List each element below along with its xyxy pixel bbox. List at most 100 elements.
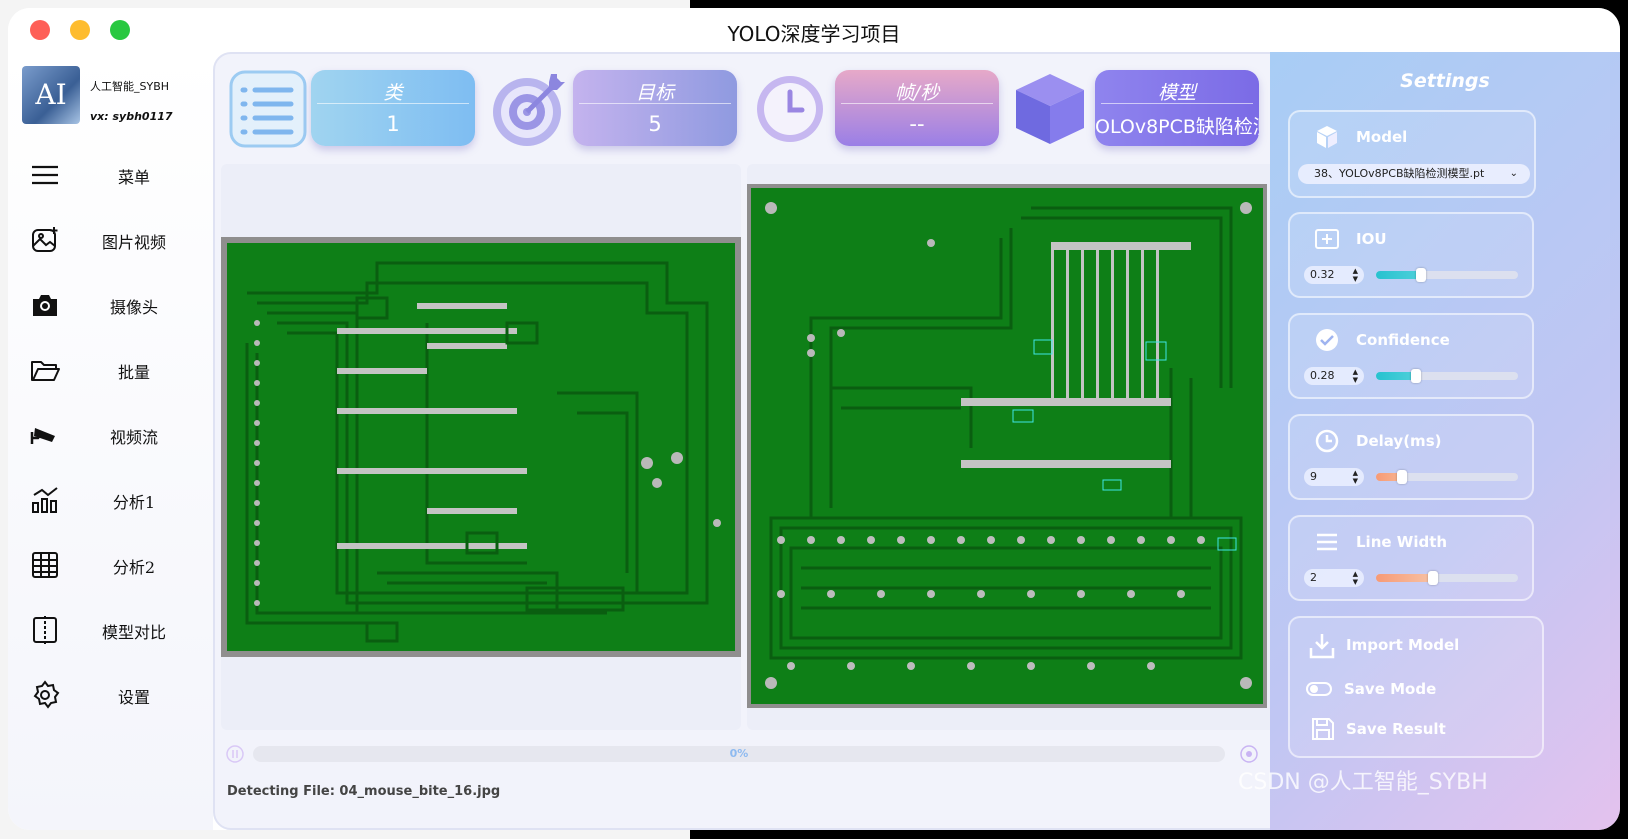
slider-handle[interactable] [1396, 470, 1407, 484]
chart-icon [32, 487, 58, 513]
spin-arrows-icon[interactable]: ▲ ▼ [1353, 570, 1358, 586]
slider-handle[interactable] [1416, 268, 1427, 282]
slider-fill [1376, 372, 1416, 380]
stat-card-model: 模型 OLOv8PCB缺陷检测 [1095, 70, 1259, 146]
original-image-panel [221, 164, 741, 730]
watermark: CSDN @人工智能_SYBH [1238, 770, 1488, 795]
confidence-slider[interactable] [1376, 369, 1518, 383]
confidence-value: 0.28 [1310, 369, 1335, 382]
delay-slider[interactable] [1376, 470, 1518, 484]
pause-icon[interactable] [225, 744, 245, 764]
stop-icon[interactable] [1239, 744, 1259, 764]
window-title: YOLO深度学习项目 [727, 22, 901, 46]
stat-label: 类 [317, 70, 469, 104]
image-icon [32, 227, 58, 252]
check-circle-icon [1316, 329, 1338, 351]
title-bar: YOLO深度学习项目 [8, 8, 1620, 52]
table-icon [32, 552, 58, 578]
target-icon [493, 74, 565, 146]
import-icon[interactable] [1308, 632, 1336, 660]
nav-item-camera[interactable]: 摄像头 [8, 274, 213, 336]
nav-item-settings[interactable]: 设置 [8, 664, 213, 726]
main-area: 类 1 目标 5 帧/秒 -- 模型 OLOv8PCB缺陷检测 0% Detec… [213, 52, 1288, 830]
save-icon[interactable] [1310, 716, 1336, 742]
stat-label: 帧/秒 [841, 70, 993, 104]
pcb-image-original [227, 243, 735, 651]
nav-label: 分析1 [112, 493, 156, 512]
spin-arrows-icon[interactable]: ▲ ▼ [1353, 469, 1358, 485]
nav-label: 分析2 [112, 558, 156, 577]
user-contact: vx: sybh0117 [90, 110, 173, 123]
sidebar: AI 人工智能_SYBH vx: sybh0117 菜单 图片视频 摄像头 批量… [8, 52, 213, 830]
progress-bar: 0% [253, 746, 1225, 762]
stat-label: 模型 [1101, 70, 1253, 104]
save-result-button[interactable]: Save Result [1346, 720, 1446, 738]
nav-label: 图片视频 [101, 233, 166, 252]
slider-handle[interactable] [1427, 571, 1438, 585]
nav-label: 摄像头 [109, 298, 158, 317]
delay-value: 9 [1310, 470, 1317, 483]
confidence-card: Confidence 0.28 ▲ ▼ [1288, 313, 1534, 399]
line-width-value: 2 [1310, 571, 1317, 584]
iou-caption: IOU [1356, 230, 1387, 248]
stat-value: -- [909, 112, 925, 136]
result-image-panel [747, 164, 1275, 730]
gear-icon [33, 680, 60, 709]
line-width-caption: Line Width [1356, 533, 1448, 551]
nav-item-menu[interactable]: 菜单 [8, 144, 213, 206]
import-model-button[interactable]: Import Model [1346, 636, 1459, 654]
cube-icon [1016, 74, 1084, 144]
save-mode-label: Save Mode [1344, 680, 1437, 698]
progress-percent: 0% [729, 747, 749, 760]
stat-value: OLOv8PCB缺陷检测 [1095, 116, 1259, 138]
iou-slider[interactable] [1376, 268, 1518, 282]
settings-panel: Settings Model 38、YOLOv8PCB缺陷检测模型.pt ⌄ IO… [1270, 52, 1620, 830]
user-name: 人工智能_SYBH [90, 80, 170, 93]
nav-label: 视频流 [109, 428, 158, 447]
iou-icon [1315, 229, 1339, 249]
save-mode-toggle[interactable] [1306, 682, 1332, 696]
line-width-slider[interactable] [1376, 571, 1518, 585]
model-select-value: 38、YOLOv8PCB缺陷检测模型.pt [1314, 167, 1485, 180]
confidence-caption: Confidence [1356, 331, 1450, 349]
avatar: AI [22, 66, 80, 124]
nav-item-analysis-2[interactable]: 分析2 [8, 534, 213, 596]
spin-arrows-icon[interactable]: ▲ ▼ [1353, 267, 1358, 283]
pcb-image-result [751, 188, 1263, 704]
nav-label: 菜单 [117, 168, 150, 187]
iou-value: 0.32 [1310, 268, 1335, 281]
delay-caption: Delay(ms) [1356, 432, 1442, 450]
nav-item-analysis-1[interactable]: 分析1 [8, 469, 213, 531]
clock-icon [757, 76, 823, 142]
spin-arrows-icon[interactable]: ▲ ▼ [1353, 368, 1358, 384]
nav-label: 批量 [117, 363, 150, 382]
stat-card-fps: 帧/秒 -- [835, 70, 999, 146]
cctv-icon [30, 428, 55, 444]
folder-icon [31, 361, 60, 381]
menu-icon [32, 165, 58, 185]
stat-value: 5 [648, 112, 662, 136]
actions-card: Import Model Save Mode Save Result [1288, 616, 1544, 758]
compare-icon [33, 616, 57, 644]
app-window: YOLO深度学习项目 AI 人工智能_SYBH vx: sybh0117 菜单 … [8, 8, 1620, 830]
confidence-spinbox[interactable]: 0.28 ▲ ▼ [1304, 367, 1364, 385]
nav-item-batch[interactable]: 批量 [8, 339, 213, 401]
delay-card: Delay(ms) 9 ▲ ▼ [1288, 414, 1534, 500]
cube-icon [1317, 126, 1337, 148]
nav-item-image-video[interactable]: 图片视频 [8, 209, 213, 271]
camera-icon [33, 295, 57, 316]
slider-handle[interactable] [1410, 369, 1421, 383]
delay-spinbox[interactable]: 9 ▲ ▼ [1304, 468, 1364, 486]
nav-item-video-stream[interactable]: 视频流 [8, 404, 213, 466]
model-select[interactable]: 38、YOLOv8PCB缺陷检测模型.pt ⌄ [1298, 164, 1530, 184]
model-caption: Model [1356, 128, 1408, 146]
line-width-spinbox[interactable]: 2 ▲ ▼ [1304, 569, 1364, 587]
line-width-card: Line Width 2 ▲ ▼ [1288, 515, 1534, 601]
nav-item-model-compare[interactable]: 模型对比 [8, 599, 213, 661]
original-pcb-image [221, 237, 741, 657]
line-width-icon [1317, 533, 1337, 551]
slider-fill [1376, 574, 1433, 582]
stat-card-targets: 目标 5 [573, 70, 737, 146]
slider-fill [1376, 271, 1422, 279]
iou-spinbox[interactable]: 0.32 ▲ ▼ [1304, 266, 1364, 284]
